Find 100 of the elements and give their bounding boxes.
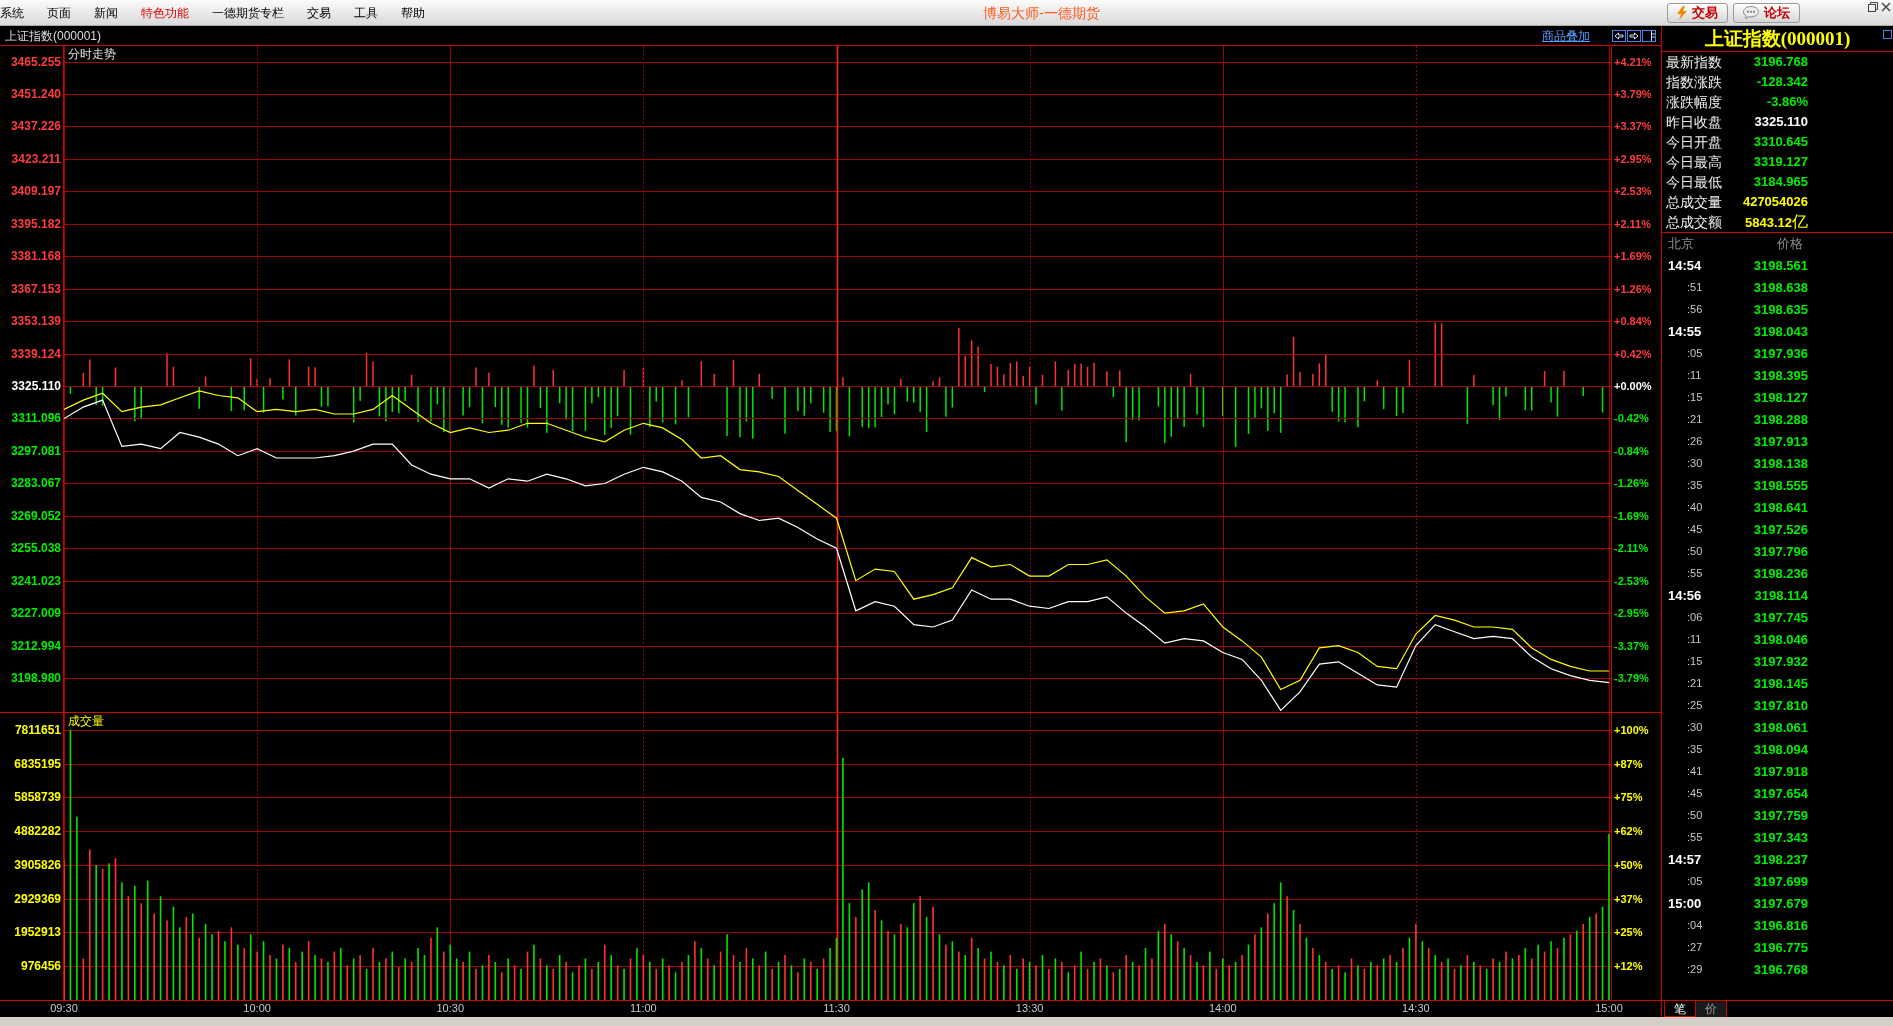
stat-value: 5843.12亿 — [1745, 213, 1808, 231]
tick-time: :11 — [1686, 632, 1702, 646]
axis-label: +25% — [1614, 925, 1643, 940]
tick-price: 3197.810 — [1753, 697, 1808, 713]
axis-label: -3.79% — [1614, 671, 1649, 685]
stat-label: 最新指数 — [1666, 54, 1722, 70]
axis-label: 3437.226 — [10, 119, 61, 134]
axis-label: +100% — [1614, 722, 1649, 737]
axis-label: 3451.240 — [10, 86, 61, 101]
stat-label: 今日最高 — [1666, 154, 1722, 170]
tick-price: 3198.635 — [1753, 301, 1808, 317]
app-title: 博易大师-一德期货 — [983, 4, 1100, 21]
axis-label: 3409.197 — [10, 184, 61, 199]
tick-price: 3196.775 — [1753, 939, 1808, 955]
tick-price: 3197.526 — [1753, 521, 1808, 537]
tick-time: :05 — [1686, 346, 1703, 360]
stat-label: 今日开盘 — [1666, 134, 1722, 150]
axis-label: +50% — [1614, 857, 1643, 872]
time-label: 10:00 — [243, 1002, 271, 1015]
stat-value: 3310.645 — [1753, 134, 1808, 150]
stat-label: 昨日收盘 — [1666, 114, 1722, 130]
axis-label: 3269.052 — [10, 508, 61, 523]
tick-time: :26 — [1686, 434, 1703, 448]
tick-time: :56 — [1686, 302, 1703, 316]
stat-value: 3196.768 — [1753, 54, 1808, 70]
axis-label: 3339.124 — [10, 346, 61, 361]
axis-label: 3241.023 — [10, 573, 61, 588]
instrument-title: 上证指数(000001) — [4, 28, 102, 43]
axis-label: +87% — [1614, 756, 1643, 771]
tick-time: 14:57 — [1667, 851, 1702, 867]
tick-time: :35 — [1686, 742, 1703, 756]
tick-time: :21 — [1686, 412, 1703, 426]
stat-value: 3325.110 — [1754, 114, 1808, 130]
tick-price: 3197.913 — [1753, 433, 1808, 449]
tick-price: 3197.343 — [1753, 829, 1808, 845]
tick-time: :04 — [1686, 918, 1703, 932]
tick-price: 3198.127 — [1753, 389, 1808, 405]
axis-label: 3423.211 — [11, 151, 61, 166]
tick-time: :40 — [1686, 500, 1703, 514]
stat-value: 3184.965 — [1753, 174, 1808, 190]
axis-label: 4882282 — [14, 824, 61, 839]
tick-time: :51 — [1686, 280, 1703, 294]
axis-label: 3367.153 — [10, 281, 61, 296]
axis-label: -2.11% — [1614, 541, 1649, 556]
time-label: 11:30 — [823, 1002, 850, 1015]
tick-price: 3197.654 — [1753, 785, 1808, 801]
axis-label: +0.00% — [1614, 378, 1652, 393]
tick-price: 3197.679 — [1753, 895, 1808, 911]
axis-label: -0.84% — [1614, 443, 1649, 458]
tick-time: :55 — [1686, 830, 1703, 844]
time-label: 14:00 — [1209, 1002, 1237, 1015]
axis-label: 5858739 — [14, 790, 61, 805]
time-label: 10:30 — [436, 1002, 464, 1015]
axis-label: 3353.139 — [10, 314, 61, 329]
axis-label: +3.37% — [1614, 119, 1652, 134]
tick-price: 3198.561 — [1753, 257, 1808, 273]
time-label: 13:30 — [1015, 1002, 1044, 1015]
tick-price: 3198.555 — [1753, 477, 1808, 493]
axis-label: 3212.994 — [10, 638, 61, 653]
quote-title: 上证指数(000001) — [1704, 27, 1851, 50]
axis-label: 1952913 — [14, 925, 61, 940]
tick-time: :06 — [1686, 610, 1703, 624]
axis-label: 3283.067 — [10, 476, 61, 491]
tick-time: :55 — [1686, 566, 1703, 580]
column-header: 价格 — [1777, 236, 1803, 251]
tick-price: 3197.918 — [1753, 763, 1808, 779]
time-label: 11:00 — [630, 1002, 657, 1015]
axis-label: +2.95% — [1614, 151, 1652, 166]
tick-price: 3197.745 — [1753, 609, 1808, 625]
axis-label: +0.42% — [1614, 346, 1652, 361]
axis-label: -3.37% — [1614, 638, 1649, 653]
tick-price: 3198.046 — [1753, 631, 1808, 647]
axis-label: -2.53% — [1614, 573, 1649, 588]
tick-price: 3197.759 — [1753, 807, 1808, 823]
stat-label: 指数涨跌 — [1666, 74, 1722, 90]
tick-time: :45 — [1686, 522, 1703, 536]
tick-time: :50 — [1686, 808, 1703, 822]
stat-value: 427054026 — [1742, 194, 1808, 210]
tick-time: 14:56 — [1667, 587, 1702, 603]
column-header: 北京 — [1668, 236, 1694, 251]
tick-price: 3198.138 — [1753, 455, 1808, 471]
chart-title: 成交量 — [68, 714, 104, 728]
axis-label: 3381.168 — [10, 249, 61, 264]
axis-label: 3905826 — [14, 857, 61, 872]
tick-price: 3197.932 — [1753, 653, 1808, 669]
axis-label: +2.53% — [1614, 184, 1652, 199]
tick-price: 3198.638 — [1753, 279, 1808, 295]
axis-label: 3227.009 — [10, 606, 61, 621]
time-label: 14:30 — [1402, 1002, 1430, 1015]
axis-label: +3.79% — [1614, 86, 1652, 101]
axis-label: 3325.110 — [11, 378, 61, 393]
stat-value: -3.86% — [1766, 94, 1808, 110]
tick-price: 3196.816 — [1753, 917, 1808, 933]
axis-label: 3297.081 — [10, 443, 61, 458]
tick-time: :30 — [1686, 456, 1703, 470]
tick-time: :27 — [1686, 940, 1703, 954]
tick-time: 15:00 — [1667, 895, 1702, 911]
stat-value: -128.342 — [1756, 74, 1808, 90]
axis-label: 3465.255 — [10, 54, 61, 69]
tick-time: :15 — [1686, 654, 1703, 668]
